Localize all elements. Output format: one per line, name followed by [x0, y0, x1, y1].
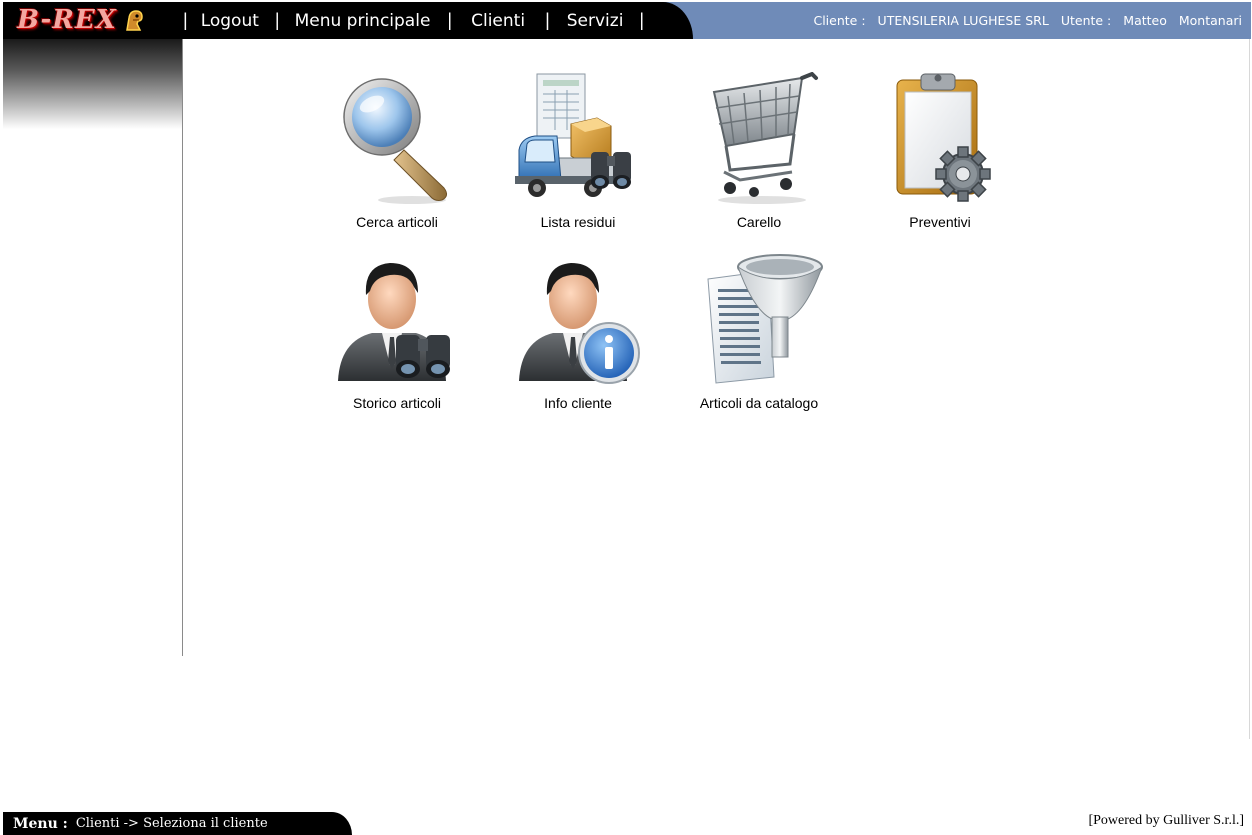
user-first-name: Matteo	[1123, 13, 1167, 28]
nav-separator: |	[183, 10, 188, 30]
top-bar: B-REX | Logout | Menu principale | Clien…	[3, 2, 1251, 39]
tile-label: Storico articoli	[353, 395, 441, 411]
shopping-cart-icon	[712, 72, 818, 204]
tile-lista-residui[interactable]: Lista residui	[488, 72, 668, 247]
user-last-name: Montanari	[1178, 13, 1242, 28]
tile-carello[interactable]: Carello	[669, 72, 849, 247]
sidebar	[3, 39, 183, 656]
client-name: UTENSILERIA LUGHESE SRL	[877, 13, 1049, 28]
user-binoculars-icon	[338, 263, 450, 381]
tile-label: Info cliente	[544, 395, 612, 411]
nav-separator: |	[274, 10, 280, 30]
tile-info-cliente[interactable]: Info cliente	[488, 253, 668, 428]
content-right-border	[1249, 39, 1250, 739]
tile-articoli-da-catalogo[interactable]: Articoli da catalogo	[669, 253, 849, 428]
tile-label: Lista residui	[540, 214, 616, 230]
nav-separator: |	[447, 10, 453, 30]
truck-binoculars-icon	[515, 73, 631, 197]
breadcrumb: Clienti -> Seleziona il cliente	[75, 816, 268, 831]
session-info: Cliente : UTENSILERIA LUGHESE SRL Utente…	[813, 2, 1242, 39]
tile-cerca-articoli[interactable]: Cerca articoli	[307, 72, 487, 247]
brand-logo: B-REX	[17, 5, 145, 35]
user-info-icon	[519, 263, 640, 384]
nav-separator: |	[639, 10, 645, 30]
breadcrumb-label: Menu :	[13, 815, 68, 832]
sidebar-header-gradient	[3, 39, 182, 129]
user-label: Utente :	[1060, 13, 1112, 28]
powered-by-text: [Powered by Gulliver S.r.l.]	[1088, 813, 1244, 828]
brand-logo-text: B-REX	[17, 5, 117, 35]
tile-label: Carello	[736, 214, 782, 230]
main-nav: | Logout | Menu principale | Clienti | S…	[183, 2, 644, 39]
tile-label: Cerca articoli	[356, 214, 438, 230]
clipboard-gear-icon	[896, 73, 991, 202]
nav-logout[interactable]: Logout	[201, 11, 259, 31]
tile-storico-articoli[interactable]: Storico articoli	[307, 253, 487, 428]
footer-breadcrumb-bar: Menu : Clienti -> Seleziona il cliente	[3, 812, 352, 835]
catalog-funnel-icon	[707, 254, 823, 384]
client-label: Cliente :	[813, 13, 866, 28]
tile-preventivi[interactable]: Preventivi	[850, 72, 1030, 247]
tile-label: Articoli da catalogo	[699, 395, 819, 411]
nav-clienti[interactable]: Clienti	[471, 11, 525, 31]
nav-separator: |	[545, 10, 550, 30]
tile-label: Preventivi	[909, 214, 971, 230]
magnifier-icon	[343, 78, 448, 204]
nav-menu-principale[interactable]: Menu principale	[295, 11, 431, 31]
dinosaur-logo-icon	[125, 10, 143, 31]
nav-servizi[interactable]: Servizi	[567, 11, 624, 31]
